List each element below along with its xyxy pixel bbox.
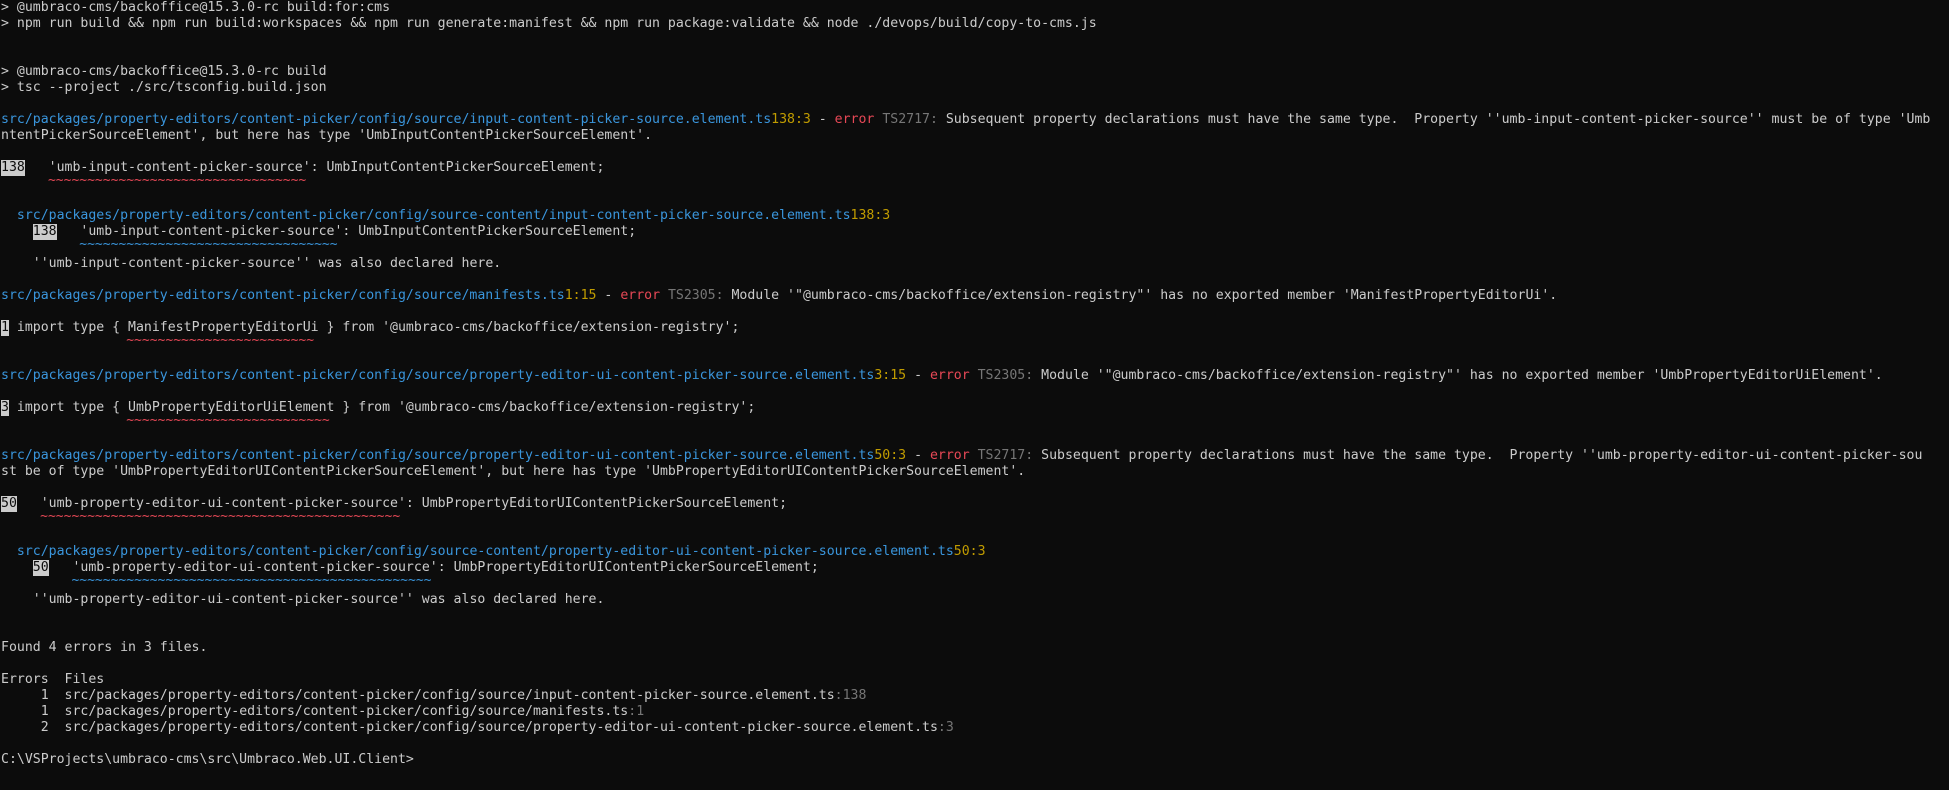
command-line: > @umbraco-cms/backoffice@15.3.0-rc buil…	[1, 0, 391, 15]
line-number: 138	[1, 160, 25, 176]
error-message-continuation: ntentPickerSourceElement', but here has …	[1, 128, 653, 143]
error-kind: error	[929, 448, 970, 463]
summary-table-header: Errors Files	[1, 672, 105, 687]
error-file-path[interactable]: src/packages/property-editors/content-pi…	[1, 288, 565, 303]
related-location-pos: 138:3	[850, 208, 891, 223]
related-note: ''umb-property-editor-ui-content-picker-…	[32, 592, 605, 607]
error-kind: error	[929, 368, 970, 383]
terminal-window[interactable]: > @umbraco-cms/backoffice@15.3.0-rc buil…	[0, 0, 1949, 790]
error-header: src/packages/property-editors/content-pi…	[1, 288, 1949, 304]
command-line: > tsc --project ./src/tsconfig.build.jso…	[1, 80, 327, 95]
related-underline: 50 ~~~~~~~~~~~~~~~~~~~~~~~~~~~~~~~~~~~~~…	[71, 576, 432, 588]
error-count: 2	[1, 720, 65, 735]
line-ref: :138	[834, 688, 867, 703]
error-header: src/packages/property-editors/content-pi…	[1, 448, 1949, 464]
line-ref: :3	[937, 720, 954, 735]
error-message: Module '"@umbraco-cms/backoffice/extensi…	[731, 288, 1558, 303]
error-location: 3:15	[874, 368, 907, 383]
error-code: TS2717:	[969, 448, 1042, 463]
separator: -	[596, 288, 621, 303]
file-path[interactable]: src/packages/property-editors/content-pi…	[65, 720, 938, 735]
error-header: src/packages/property-editors/content-pi…	[1, 112, 1949, 128]
related-note: ''umb-input-content-picker-source'' was …	[32, 256, 502, 271]
line-number: 3	[1, 400, 9, 416]
error-location: 50:3	[874, 448, 907, 463]
summary-table-row: 2 src/packages/property-editors/content-…	[1, 720, 1949, 736]
related-underline: 138 ~~~~~~~~~~~~~~~~~~~~~~~~~~~~~~~~~	[79, 240, 338, 252]
separator: -	[906, 368, 930, 383]
error-message: Subsequent property declarations must ha…	[1041, 448, 1923, 463]
shell-prompt[interactable]: C:\VSProjects\umbraco-cms\src\Umbraco.We…	[1, 752, 1949, 768]
line-number: 50	[1, 496, 17, 512]
related-code-line: 50 'umb-property-editor-ui-content-picke…	[1, 560, 1949, 576]
separator: -	[906, 448, 930, 463]
error-location: 138:3	[771, 112, 811, 127]
line-number: 1	[1, 320, 9, 336]
error-message: Subsequent property declarations must ha…	[945, 112, 1931, 127]
error-header: src/packages/property-editors/content-pi…	[1, 368, 1949, 384]
error-message-continuation: st be of type 'UmbPropertyEditorUIConten…	[1, 464, 1026, 479]
code-line: 138 'umb-input-content-picker-source': U…	[1, 160, 1949, 176]
error-kind: error	[620, 288, 661, 303]
error-code: TS2305:	[660, 288, 732, 303]
error-kind: error	[834, 112, 875, 127]
summary-table-row: 1 src/packages/property-editors/content-…	[1, 704, 1949, 720]
related-file-path[interactable]: src/packages/property-editors/content-pi…	[17, 208, 851, 223]
error-file-path[interactable]: src/packages/property-editors/content-pi…	[1, 112, 771, 127]
file-path[interactable]: src/packages/property-editors/content-pi…	[65, 688, 835, 703]
error-location: 1:15	[564, 288, 597, 303]
error-file-path[interactable]: src/packages/property-editors/content-pi…	[1, 448, 874, 463]
command-line: > npm run build && npm run build:workspa…	[1, 16, 1097, 31]
code-snippet: 'umb-property-editor-ui-content-picker-s…	[48, 560, 819, 575]
error-underline: 50 ~~~~~~~~~~~~~~~~~~~~~~~~~~~~~~~~~~~~~…	[40, 512, 401, 524]
error-file-path[interactable]: src/packages/property-editors/content-pi…	[1, 368, 874, 383]
related-file-path[interactable]: src/packages/property-editors/content-pi…	[17, 544, 954, 559]
file-path[interactable]: src/packages/property-editors/content-pi…	[65, 704, 629, 719]
error-message: Module '"@umbraco-cms/backoffice/extensi…	[1041, 368, 1883, 383]
error-code: TS2717:	[874, 112, 946, 127]
error-underline: 138 ~~~~~~~~~~~~~~~~~~~~~~~~~~~~~~~~~	[47, 176, 307, 188]
code-line: 1 import type { ManifestPropertyEditorUi…	[1, 320, 1949, 336]
error-code: TS2305:	[969, 368, 1042, 383]
error-count: 1	[1, 704, 65, 719]
line-number: 50	[32, 560, 49, 576]
code-snippet: 'umb-property-editor-ui-content-picker-s…	[16, 496, 788, 511]
code-line: 3 import type { UmbPropertyEditorUiEleme…	[1, 400, 1949, 416]
code-line: 50 'umb-property-editor-ui-content-picke…	[1, 496, 1949, 512]
related-location: src/packages/property-editors/content-pi…	[1, 544, 1949, 560]
code-snippet: import type { UmbPropertyEditorUiElement…	[8, 400, 756, 415]
code-snippet: 'umb-input-content-picker-source': UmbIn…	[56, 224, 637, 239]
line-ref: :1	[628, 704, 645, 719]
summary-line: Found 4 errors in 3 files.	[1, 640, 208, 655]
line-number: 138	[32, 224, 57, 240]
separator: -	[810, 112, 835, 127]
error-count: 1	[1, 688, 65, 703]
related-location-pos: 50:3	[953, 544, 986, 559]
summary-table-row: 1 src/packages/property-editors/content-…	[1, 688, 1949, 704]
error-underline: 3 import type { ~~~~~~~~~~~~~~~~~~~~~~~~…	[126, 416, 330, 428]
related-location: src/packages/property-editors/content-pi…	[1, 208, 1949, 224]
command-line: > @umbraco-cms/backoffice@15.3.0-rc buil…	[1, 64, 327, 79]
error-underline: 1 import type { ~~~~~~~~~~~~~~~~~~~~~~~~	[126, 336, 315, 348]
code-snippet: import type { ManifestPropertyEditorUi }…	[8, 320, 740, 335]
code-snippet: 'umb-input-content-picker-source': UmbIn…	[24, 160, 605, 175]
related-code-line: 138 'umb-input-content-picker-source': U…	[1, 224, 1949, 240]
